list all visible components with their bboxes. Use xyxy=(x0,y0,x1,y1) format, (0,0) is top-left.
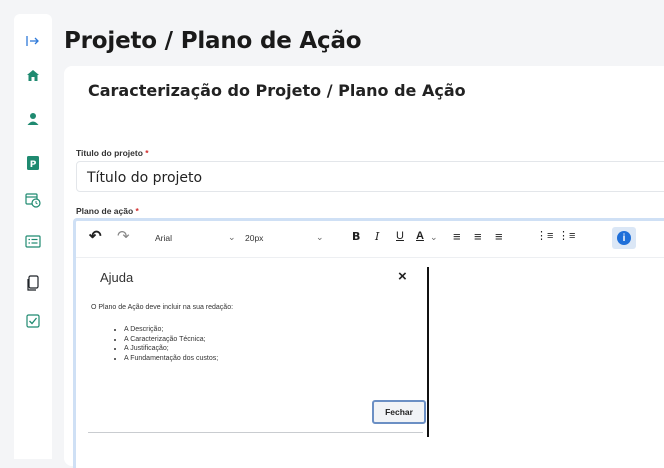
chevron-down-icon[interactable]: ⌄ xyxy=(430,232,438,243)
list-card-icon[interactable] xyxy=(24,232,42,250)
list-item: A Justificação; xyxy=(124,344,218,354)
toolbar-divider xyxy=(76,257,664,258)
font-family-select[interactable]: Arial xyxy=(155,233,172,243)
help-dialog: Ajuda × O Plano de Ação deve incluir na … xyxy=(88,261,426,433)
checkbox-icon[interactable] xyxy=(24,312,42,330)
rich-text-editor[interactable]: ↶ ↷ Arial ⌄ 20px ⌄ B I U A ⌄ ≡ ≡ ≡ ⋮≡ ⋮≡… xyxy=(73,218,664,468)
ordered-list-icon[interactable]: ⋮≡ xyxy=(536,229,553,242)
sidebar: P xyxy=(14,14,52,459)
action-plan-label-text: Plano de ação xyxy=(76,206,134,216)
underline-button[interactable]: U xyxy=(396,230,404,242)
text-cursor xyxy=(427,267,429,437)
info-icon[interactable]: i xyxy=(617,231,631,245)
bullet-list-icon[interactable]: ⋮≡ xyxy=(558,229,575,242)
close-icon[interactable]: × xyxy=(398,268,407,285)
dialog-list: A Descrição; A Caracterização Técnica; A… xyxy=(124,325,218,363)
project-icon[interactable]: P xyxy=(24,154,42,172)
italic-button[interactable]: I xyxy=(375,230,379,243)
project-title-input[interactable]: Título do projeto xyxy=(76,161,664,192)
list-item: A Caracterização Técnica; xyxy=(124,335,218,345)
align-center-icon[interactable]: ≡ xyxy=(474,229,482,244)
chevron-down-icon[interactable]: ⌄ xyxy=(316,232,324,243)
chevron-down-icon[interactable]: ⌄ xyxy=(228,232,236,243)
project-title-label-text: Titulo do projeto xyxy=(76,148,143,158)
calendar-clock-icon[interactable] xyxy=(24,191,42,209)
required-marker: * xyxy=(135,206,139,216)
dialog-intro: O Plano de Ação deve incluir na sua reda… xyxy=(91,304,234,311)
copy-icon[interactable] xyxy=(24,274,42,292)
svg-text:P: P xyxy=(30,160,37,170)
page-title: Projeto / Plano de Ação xyxy=(64,28,362,54)
align-justify-icon[interactable]: ≡ xyxy=(495,229,503,244)
list-item: A Fundamentação dos custos; xyxy=(124,354,218,364)
user-icon[interactable] xyxy=(24,110,42,128)
text-color-button[interactable]: A xyxy=(416,230,424,242)
card-title: Caracterização do Projeto / Plano de Açã… xyxy=(88,81,466,100)
home-icon[interactable] xyxy=(24,66,42,84)
project-title-label: Titulo do projeto * xyxy=(76,148,149,158)
action-plan-label: Plano de ação * xyxy=(76,206,139,216)
expand-sidebar-icon[interactable] xyxy=(24,32,42,50)
undo-icon[interactable]: ↶ xyxy=(89,227,102,245)
dialog-title: Ajuda xyxy=(100,270,134,285)
bold-button[interactable]: B xyxy=(352,230,360,243)
required-marker: * xyxy=(145,148,149,158)
redo-icon[interactable]: ↷ xyxy=(117,227,130,245)
font-size-select[interactable]: 20px xyxy=(245,233,263,243)
align-left-icon[interactable]: ≡ xyxy=(453,229,461,244)
close-button[interactable]: Fechar xyxy=(372,400,426,424)
list-item: A Descrição; xyxy=(124,325,218,335)
editor-toolbar: ↶ ↷ Arial ⌄ 20px ⌄ B I U A ⌄ ≡ ≡ ≡ ⋮≡ ⋮≡… xyxy=(76,221,664,257)
